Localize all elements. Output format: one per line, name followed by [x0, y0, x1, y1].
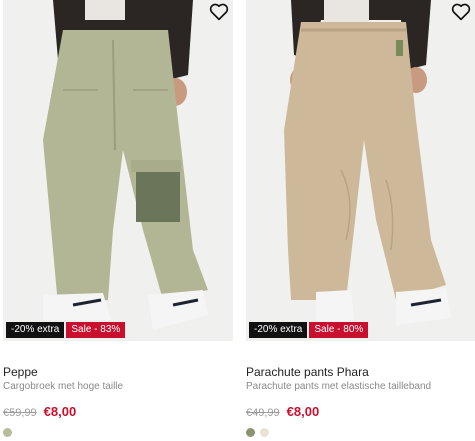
wishlist-heart-icon[interactable] [451, 3, 471, 21]
product-name[interactable]: Peppe [3, 365, 38, 379]
color-swatch[interactable] [3, 428, 12, 437]
price-group: €59,99 €8,00 [3, 404, 76, 419]
extra-discount-badge: -20% extra [6, 322, 65, 338]
product-name[interactable]: Parachute pants Phara [246, 365, 369, 379]
sale-price: €8,00 [286, 404, 320, 419]
price-group: €49,99 €8,00 [246, 404, 319, 419]
product-photo [3, 0, 233, 341]
color-swatches [3, 428, 12, 437]
product-card[interactable]: -20% extra Sale - 80% Parachute pants Ph… [246, 0, 475, 437]
product-card[interactable]: -20% extra Sale - 83% Peppe Cargobroek m… [3, 0, 233, 437]
sale-price: €8,00 [43, 404, 77, 419]
extra-discount-badge: -20% extra [249, 322, 308, 338]
badge-group: -20% extra Sale - 80% [249, 322, 369, 338]
product-image[interactable]: -20% extra Sale - 83% [3, 0, 233, 341]
sale-badge: Sale - 80% [309, 322, 369, 338]
product-description: Parachute pants met elastische tailleban… [246, 381, 432, 392]
product-image[interactable]: -20% extra Sale - 80% [246, 0, 475, 341]
product-photo [246, 0, 475, 341]
sale-badge: Sale - 83% [66, 322, 126, 338]
badge-group: -20% extra Sale - 83% [6, 322, 126, 338]
original-price: €59,99 [3, 407, 37, 419]
color-swatches [246, 428, 269, 437]
product-description: Cargobroek met hoge taille [3, 381, 124, 392]
color-swatch[interactable] [260, 428, 269, 437]
color-swatch[interactable] [246, 428, 255, 437]
wishlist-heart-icon[interactable] [209, 3, 229, 21]
original-price: €49,99 [246, 407, 280, 419]
